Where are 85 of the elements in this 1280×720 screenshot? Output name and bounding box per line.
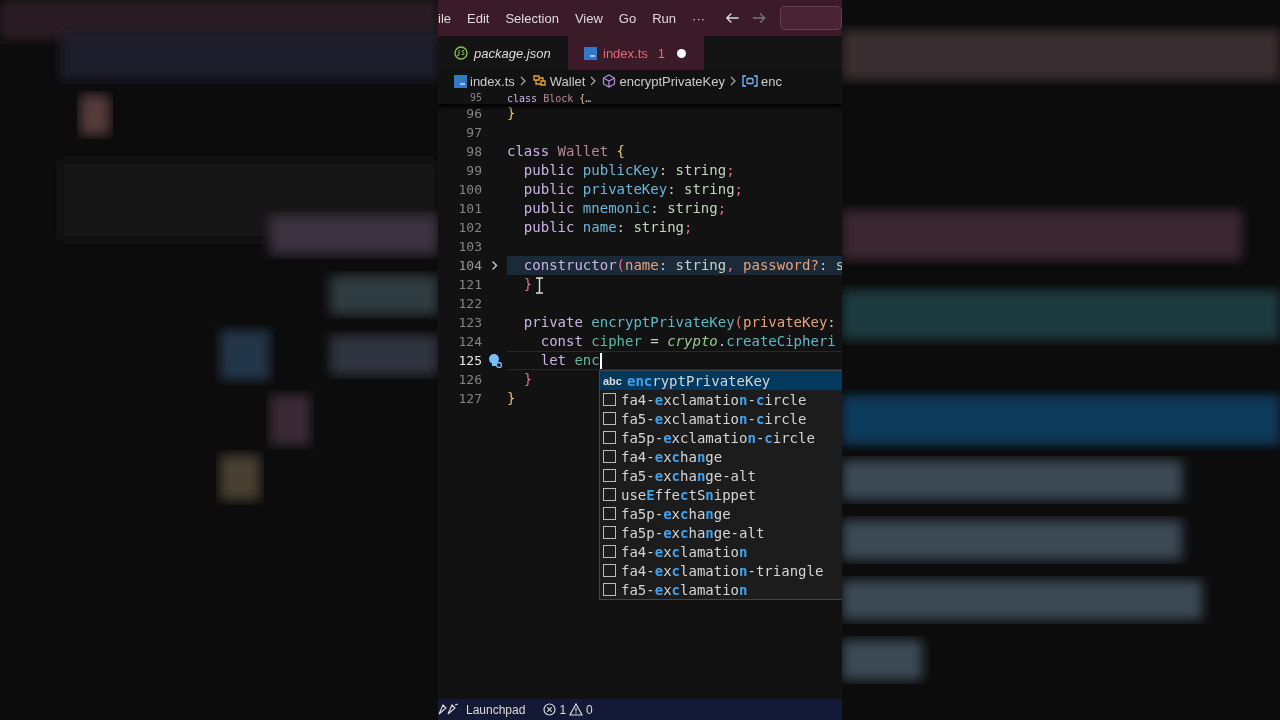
word-icon: abc (603, 374, 622, 387)
menu-item[interactable]: Edit (459, 10, 498, 26)
line-number: 127 (457, 391, 482, 406)
suggestion-item[interactable]: fa4-exclamation (600, 542, 842, 561)
snippet-icon (603, 545, 616, 558)
line-number: 103 (457, 239, 482, 254)
code-line: } (522, 275, 533, 294)
snippet-icon (603, 469, 616, 482)
line-number: 101 (457, 201, 482, 216)
suggestion-item[interactable]: fa5p-exclamation-circle (600, 428, 842, 447)
json-file-icon (454, 46, 468, 60)
snippet-icon (603, 393, 616, 406)
chevron-icon (519, 76, 527, 86)
breadcrumb-item[interactable]: enc (741, 73, 782, 89)
suggestion-item[interactable]: useEffectSnippet (600, 485, 842, 504)
suggestion-item[interactable]: fa4-exchange (600, 447, 842, 466)
chevron-icon (729, 76, 737, 86)
snippet-icon (603, 450, 616, 463)
chevron-icon (590, 76, 598, 86)
line-number: 104 (457, 258, 482, 273)
line-number: 99 (465, 163, 482, 178)
line-number: 95 (468, 92, 482, 104)
problems-indicator[interactable]: 1 0 (543, 702, 593, 717)
suggestion-item[interactable]: fa4-exclamation-circle (600, 390, 842, 409)
snippet-icon (603, 583, 616, 596)
code-line: } (507, 104, 516, 123)
snippet-icon (603, 412, 616, 425)
suggestion-item[interactable]: fa5-exclamation-circle (600, 409, 842, 428)
line-number: 123 (457, 315, 482, 330)
suggestion-item[interactable]: fa5-exchange-alt (600, 466, 842, 485)
code-line: public name: string; (522, 218, 693, 237)
code-line: class Wallet { (507, 142, 626, 161)
suggestion-item[interactable]: fa5p-exchange-alt (600, 523, 842, 542)
menu-item[interactable]: ile (438, 10, 459, 26)
line-number: 98 (465, 144, 482, 159)
code-line: class Block {… (507, 91, 592, 106)
suggestion-item[interactable]: fa4-exclamation-triangle (600, 561, 842, 580)
editor-tab[interactable]: index.ts 1 (568, 36, 705, 70)
editor-tab[interactable]: package.json (438, 36, 568, 70)
text-cursor-icon (535, 277, 544, 294)
forward-arrow-icon[interactable] (751, 11, 766, 25)
menu-item[interactable]: Selection (497, 10, 567, 26)
snippet-icon (603, 526, 616, 539)
code-line: private encryptPrivateKey(privateKey: (522, 313, 836, 332)
search-field[interactable] (780, 6, 842, 30)
suggestion-item[interactable]: abc enc ryptPrivateKey (600, 371, 842, 390)
line-number: 122 (457, 296, 482, 311)
snippet-icon (603, 564, 616, 577)
line-number: 97 (465, 125, 482, 140)
menu-item[interactable]: View (566, 10, 611, 26)
code-line: let enc (507, 351, 842, 370)
text-cursor (599, 353, 602, 369)
snippet-icon (603, 431, 616, 444)
code-line: public mnemonic: string; (522, 199, 727, 218)
cube-icon (602, 74, 617, 88)
menu-item[interactable]: Go (610, 10, 645, 26)
line-number: 125 (457, 353, 482, 368)
variable-icon (741, 75, 758, 87)
suggestion-item[interactable]: fa5p-exchange (600, 504, 842, 523)
breadcrumb-item[interactable]: Wallet (531, 73, 586, 89)
back-arrow-icon[interactable] (725, 11, 740, 25)
fold-chevron-icon[interactable] (490, 260, 499, 271)
launchpad-label[interactable]: Launchpad (466, 702, 526, 717)
line-number: 124 (457, 334, 482, 349)
typescript-file-icon (454, 74, 467, 88)
line-number: 126 (457, 372, 482, 387)
breadcrumb-item[interactable]: encryptPrivateKey (602, 73, 725, 89)
breadcrumb-item[interactable]: index.ts (454, 73, 515, 89)
menu-item[interactable]: Run (644, 10, 685, 26)
suggestion-item[interactable]: fa5-exclamation (600, 580, 842, 599)
code-line: public privateKey: string; (522, 180, 744, 199)
code-line: const cipher = crypto.createCipheri (539, 332, 836, 351)
line-number: 96 (465, 106, 482, 121)
class-icon (531, 74, 547, 88)
line-number: 100 (457, 182, 482, 197)
code-line: public publicKey: string; (522, 161, 735, 180)
snippet-icon (603, 488, 616, 501)
snippet-icon (603, 507, 616, 520)
line-number: 102 (457, 220, 482, 235)
typescript-file-icon (584, 46, 597, 60)
lightbulb-icon[interactable] (487, 353, 502, 368)
code-line: } (522, 370, 533, 389)
line-number: 121 (457, 277, 482, 292)
menu-item[interactable]: ··· (684, 10, 714, 26)
code-line: } (507, 389, 516, 408)
